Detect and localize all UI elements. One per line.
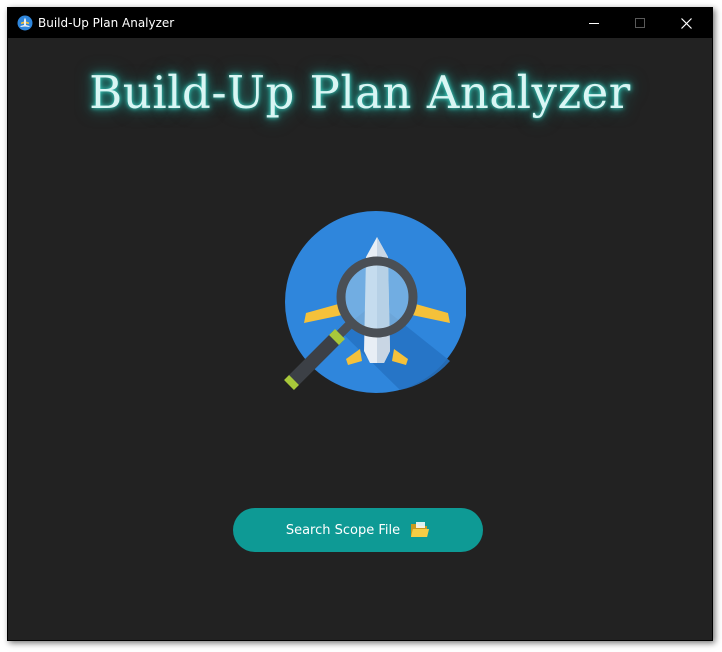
- app-window: Build-Up Plan Analyzer Build-Up Plan Ana…: [7, 7, 713, 641]
- folder-icon: [411, 522, 430, 537]
- minimize-icon: [589, 23, 599, 24]
- app-icon: [17, 15, 33, 31]
- close-button[interactable]: [663, 8, 709, 38]
- title-bar[interactable]: Build-Up Plan Analyzer: [8, 8, 712, 38]
- search-button-label: Search Scope File: [285, 522, 401, 538]
- app-heading: Build-Up Plan Analyzer: [89, 66, 631, 119]
- maximize-button[interactable]: [617, 8, 663, 38]
- close-icon: [680, 17, 692, 29]
- minimize-button[interactable]: [571, 8, 617, 38]
- maximize-icon: [635, 18, 645, 28]
- window-title: Build-Up Plan Analyzer: [38, 16, 175, 30]
- airplane-magnifier-icon: [284, 211, 466, 393]
- search-scope-file-button[interactable]: Search Scope File: [233, 508, 483, 552]
